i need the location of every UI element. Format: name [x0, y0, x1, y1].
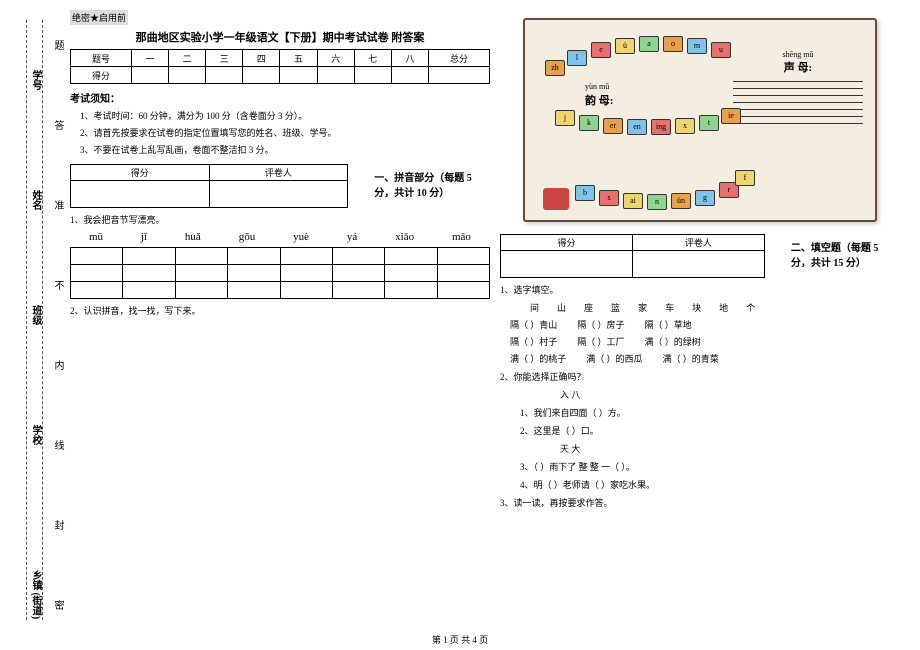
yunmu-label: 韵 母: [585, 92, 613, 108]
pinyin-train-illustration: yùn mǔ 韵 母: shēng mǔ 声 母: zh l e ü a o m… [523, 18, 877, 222]
gutter-seal-4: 内 [50, 360, 65, 370]
note-3: 3、不要在试卷上乱写乱画，卷面不整洁扣 3 分。 [80, 143, 490, 156]
q1-text: 1、我会把音节写漂亮。 [70, 213, 490, 226]
gutter-dashed-line [26, 20, 27, 620]
pinyin-list: mǔ jǐ huǎ gǒu yuè yá xiǎo māo [70, 231, 490, 243]
note-1: 1、考试时间：60 分钟，满分为 100 分（含卷面分 3 分）。 [80, 109, 490, 122]
gutter-class-label: 班级 [28, 305, 43, 325]
gutter-school-label: 学校 [28, 425, 43, 445]
s2-q3: 3、读一读，再按要求作答。 [500, 496, 900, 509]
shengmu-label: 声 母: [733, 59, 863, 75]
s2-q1: 1、选字填空。 [500, 283, 900, 296]
section-score-box: 得分评卷人 [70, 164, 348, 208]
answer-lines: shēng mǔ 声 母: [733, 50, 863, 130]
section-1-title: 一、拼音部分（每题 5 分，共计 10 分） [374, 169, 490, 199]
s2-q2: 2、你能选择正确吗？ [500, 370, 900, 383]
score-header-label: 题号 [71, 50, 132, 67]
right-column: yùn mǔ 韵 母: shēng mǔ 声 母: zh l e ü a o m… [500, 10, 900, 514]
train-engine-icon [543, 188, 569, 210]
gutter-dashed-line-2 [42, 20, 43, 620]
secrecy-mark: 绝密★启用前 [70, 10, 128, 25]
exam-title: 那曲地区实验小学一年级语文【下册】期中考试试卷 附答案 [70, 29, 490, 45]
gutter-seal-5: 不 [50, 280, 65, 290]
q2-text: 2、认识拼音，找一找，写下来。 [70, 304, 490, 317]
page-content: 绝密★启用前 那曲地区实验小学一年级语文【下册】期中考试试卷 附答案 题号 一 … [70, 10, 910, 514]
s2-i2[interactable]: 2、这里是（ ）口。 [520, 424, 900, 437]
s2-i3[interactable]: 3、（ ）雨下了 整 整 一（ ）。 [520, 460, 900, 473]
gutter-name-label: 姓名 [28, 190, 43, 210]
section-score-box-2: 得分评卷人 [500, 234, 765, 278]
gutter-seal-3: 线 [50, 440, 65, 450]
score-summary-table: 题号 一 二 三 四 五 六 七 八 总分 得分 [70, 49, 490, 84]
gutter-id-label: 学号 [28, 70, 43, 90]
binding-gutter: 乡镇 (街道) 学校 班级 姓名 学号 密 封 线 内 不 准 答 题 [0, 0, 60, 650]
gutter-seal-1: 密 [50, 600, 65, 610]
left-column: 绝密★启用前 那曲地区实验小学一年级语文【下册】期中考试试卷 附答案 题号 一 … [70, 10, 500, 514]
gutter-seal-6: 准 [50, 200, 65, 210]
pair-2: 天 大 [560, 442, 900, 455]
word-bank: 间 山 座 篮 家 车 块 地 个 [530, 301, 900, 314]
gutter-town-label: 乡镇 (街道) [28, 570, 43, 619]
pair-1: 入 八 [560, 388, 900, 401]
page-footer: 第 1 页 共 4 页 [0, 633, 920, 646]
gutter-seal-2: 封 [50, 520, 65, 530]
gutter-seal-8: 题 [50, 40, 65, 50]
note-2: 2、请首先按要求在试卷的指定位置填写您的姓名、班级、学号。 [80, 126, 490, 139]
s2-i1[interactable]: 1、我们来自四面（ ）方。 [520, 406, 900, 419]
gutter-seal-7: 答 [50, 120, 65, 130]
section-2-title: 二、填空题（每题 5 分，共计 15 分） [791, 239, 900, 269]
exam-notes-heading: 考试须知： [70, 90, 490, 105]
score-row-label: 得分 [71, 67, 132, 84]
pinyin-answer-table [70, 247, 490, 299]
s2-i4[interactable]: 4、明（ ）老师请（ ）家吃水果。 [520, 478, 900, 491]
